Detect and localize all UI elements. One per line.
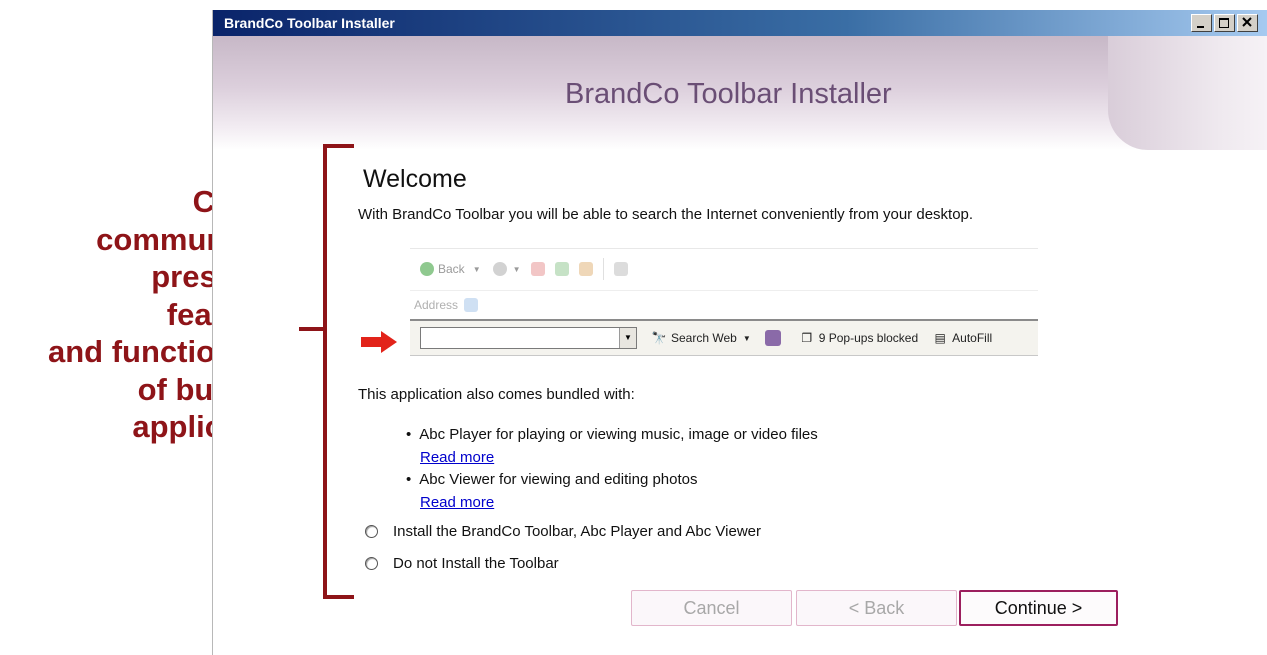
toolbar-preview-image: Back ▼ ▼ Address ▼ 🔭 Search Web ▼ ❐ 9 Po…: [410, 248, 1038, 356]
refresh-icon: [554, 262, 569, 276]
red-arrow-icon: [361, 331, 397, 353]
brand-button[interactable]: [764, 330, 785, 346]
close-icon[interactable]: [1237, 14, 1258, 32]
bracket-pointer: [299, 327, 323, 331]
bundled-intro: This application also comes bundled with…: [358, 386, 635, 403]
popups-blocked-label: 9 Pop-ups blocked: [818, 331, 919, 345]
binoculars-icon: 🔭: [651, 331, 667, 345]
brandco-toolbar: ▼ 🔭 Search Web ▼ ❐ 9 Pop-ups blocked ▤ A…: [410, 319, 1038, 356]
read-more-link[interactable]: Read more: [420, 449, 494, 466]
dropdown-arrow-icon: ▼: [472, 264, 481, 274]
home-icon: [578, 262, 593, 276]
autofill-button[interactable]: ▤ AutoFill: [932, 330, 992, 346]
banner-title: BrandCo Toolbar Installer: [565, 78, 892, 110]
search-web-button[interactable]: 🔭 Search Web ▼: [651, 330, 751, 346]
continue-button[interactable]: Continue >: [959, 590, 1118, 626]
bundled-item-text: Abc Viewer for viewing and editing photo…: [419, 471, 698, 488]
install-option-label: Install the BrandCo Toolbar, Abc Player …: [393, 523, 762, 540]
welcome-intro: With BrandCo Toolbar you will be able to…: [358, 206, 974, 223]
window-controls: [1191, 14, 1258, 32]
back-arrow-icon: [420, 262, 434, 276]
chevron-down-icon[interactable]: ▼: [619, 328, 636, 348]
back-button[interactable]: < Back: [796, 590, 957, 626]
decline-option-label: Do not Install the Toolbar: [393, 555, 559, 572]
banner-decoration: [1108, 36, 1267, 150]
browser-nav-row: Back ▼ ▼: [410, 248, 1038, 289]
welcome-heading: Welcome: [363, 165, 467, 193]
bullet-icon: •: [406, 471, 412, 488]
dropdown-arrow-icon: ▼: [742, 333, 751, 343]
radio-button[interactable]: [365, 557, 378, 570]
title-bar[interactable]: BrandCo Toolbar Installer: [213, 10, 1267, 36]
install-option[interactable]: Install the BrandCo Toolbar, Abc Player …: [365, 523, 761, 540]
dropdown-arrow-icon: ▼: [512, 264, 521, 274]
popup-blocker-icon: ❐: [801, 331, 813, 345]
address-row: Address: [410, 290, 1038, 319]
cancel-button[interactable]: Cancel: [631, 590, 792, 626]
bundled-item-text: Abc Player for playing or viewing music,…: [419, 426, 818, 443]
decline-option[interactable]: Do not Install the Toolbar: [365, 555, 559, 572]
stop-icon: [530, 262, 545, 276]
search-web-label: Search Web: [671, 331, 737, 345]
print-icon: [613, 262, 628, 276]
bracket-bottom: [323, 595, 354, 599]
back-label: Back: [438, 262, 465, 276]
search-input[interactable]: ▼: [420, 327, 637, 349]
annotation-bracket: [299, 144, 354, 599]
read-more-link[interactable]: Read more: [420, 494, 494, 511]
forward-arrow-icon: [492, 262, 507, 276]
page-icon: [464, 298, 479, 312]
bracket-top: [323, 144, 354, 148]
radio-button[interactable]: [365, 525, 378, 538]
address-label: Address: [414, 298, 459, 312]
minimize-icon[interactable]: [1191, 14, 1212, 32]
window-title: BrandCo Toolbar Installer: [224, 15, 395, 31]
maximize-icon[interactable]: [1214, 14, 1235, 32]
autofill-label: AutoFill: [952, 331, 993, 345]
bundled-item: • Abc Viewer for viewing and editing phot…: [406, 471, 698, 488]
brand-logo-icon: [764, 330, 781, 346]
toolbar-separator: [602, 258, 604, 280]
popup-blocker-button[interactable]: ❐ 9 Pop-ups blocked: [799, 330, 918, 346]
bracket-line: [323, 144, 327, 599]
autofill-icon: ▤: [934, 331, 946, 345]
bundled-item: • Abc Player for playing or viewing music…: [406, 426, 818, 443]
header-banner: BrandCo Toolbar Installer: [213, 36, 1267, 150]
bullet-icon: •: [406, 426, 412, 443]
